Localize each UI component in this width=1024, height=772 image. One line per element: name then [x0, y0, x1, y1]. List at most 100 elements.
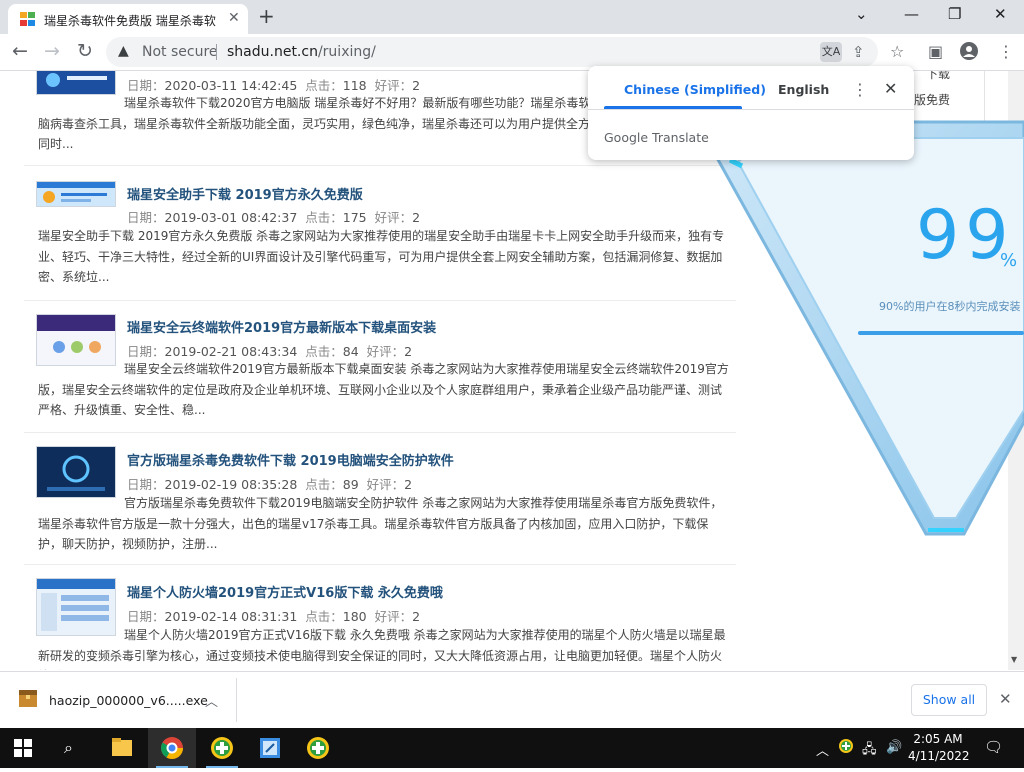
translate-icon[interactable]: 文A — [820, 42, 842, 62]
date-label: 日期： — [127, 78, 165, 93]
article-thumbnail[interactable] — [36, 71, 116, 95]
volume-icon[interactable]: 🔊 — [886, 740, 902, 755]
article-date: 2019-02-21 08:43:34 — [164, 344, 298, 359]
sidebar-text[interactable]: 版免费 — [914, 91, 950, 108]
windows-taskbar: ⌕ ︿ 🖧 🔊 2:05 AM 4/11/2022 🗨 — [0, 728, 1024, 768]
overlay-progress-bar — [858, 331, 1024, 335]
file-explorer-icon[interactable] — [98, 728, 146, 768]
tray-app-icon[interactable] — [838, 738, 854, 758]
date-label: 日期： — [127, 609, 165, 624]
reload-icon[interactable]: ↻ — [77, 40, 93, 62]
google-translate-brand: Google Translate — [604, 130, 709, 145]
rating-label: 好评： — [374, 609, 413, 624]
article-date: 2020-03-11 14:42:45 — [164, 78, 298, 93]
article-date: 2019-03-01 08:42:37 — [164, 210, 298, 225]
article-title-link[interactable]: 瑞星个人防火墙2019官方正式V16版下载 永久免费哦 — [127, 582, 443, 601]
translate-options-icon[interactable]: ⋮ — [852, 80, 868, 99]
article-rating: 2 — [404, 344, 413, 359]
clock-date: 4/11/2022 — [908, 749, 970, 763]
overlay-percent-sign: % — [1000, 250, 1018, 271]
rating-label: 好评： — [366, 344, 405, 359]
archive-file-icon[interactable] — [18, 690, 38, 708]
rating-label: 好评： — [374, 210, 413, 225]
clicks-label: 点击： — [305, 210, 343, 225]
date-label: 日期： — [127, 477, 165, 492]
overlay-message: 90%的用户在8秒内完成安装 — [879, 300, 1021, 313]
article-summary: 瑞星安全助手下载 2019官方永久免费版 杀毒之家网站为大家推荐使用的瑞星安全助… — [38, 229, 725, 284]
restore-icon[interactable]: ❐ — [948, 5, 961, 23]
article-meta: 日期：2019-03-01 08:42:37 点击：175 好评：2 — [127, 207, 420, 226]
date-label: 日期： — [127, 344, 165, 359]
article-meta: 日期：2019-02-19 08:35:28 点击：89 好评：2 — [127, 474, 412, 493]
article-meta: 日期：2019-02-21 08:43:34 点击：84 好评：2 — [127, 341, 412, 360]
url-text[interactable]: shadu.net.cn/ruixing/ — [227, 44, 376, 60]
article-clicks: 118 — [342, 78, 367, 93]
article-date: 2019-02-14 08:31:31 — [164, 609, 298, 624]
not-secure-label[interactable]: Not secure — [142, 44, 218, 60]
article-thumbnail[interactable] — [36, 181, 116, 207]
article-clicks: 84 — [342, 344, 359, 359]
rating-label: 好评： — [366, 477, 405, 492]
side-panel-icon[interactable]: ▣ — [928, 42, 943, 61]
translate-popup: Chinese (Simplified) English ⋮ ✕ Google … — [588, 66, 914, 160]
tab-close-icon[interactable]: ✕ — [228, 10, 240, 26]
clicks-label: 点击： — [305, 477, 343, 492]
sidebar-text[interactable]: 下载 — [926, 71, 950, 82]
article-thumbnail[interactable] — [36, 446, 116, 498]
chrome-icon[interactable] — [148, 728, 196, 768]
download-filename[interactable]: haozip_000000_v6.....exe — [49, 693, 208, 708]
divider — [236, 678, 237, 722]
minimize-icon[interactable]: — — [904, 5, 919, 23]
green-plus-app-icon[interactable] — [198, 728, 246, 768]
show-all-button[interactable]: Show all — [911, 684, 987, 716]
overlay-ad-shield[interactable] — [714, 114, 1024, 538]
omnibox-divider — [216, 44, 217, 60]
tray-chevron-up-icon[interactable]: ︿ — [816, 740, 829, 759]
article-meta: 日期：2020-03-11 14:42:45 点击：118 好评：2 — [127, 75, 420, 94]
article-summary: 瑞星安全云终端软件2019官方最新版本下载桌面安装 杀毒之家网站为大家推荐使用瑞… — [38, 362, 729, 417]
article-title-link[interactable]: 瑞星安全云终端软件2019官方最新版本下载桌面安装 — [127, 317, 436, 336]
address-bar[interactable]: ▲ Not secure shadu.net.cn/ruixing/ 文A ⇪ — [106, 37, 878, 67]
translate-target-tab[interactable]: English — [778, 82, 829, 97]
article-item: 瑞星安全云终端软件2019官方最新版本下载桌面安装 日期：2019-02-21 … — [24, 301, 736, 433]
article-item: 瑞星个人防火墙2019官方正式V16版下载 永久免费哦 日期：2019-02-1… — [24, 565, 736, 670]
forward-icon[interactable]: → — [44, 40, 60, 62]
system-clock[interactable]: 2:05 AM 4/11/2022 — [908, 731, 970, 765]
clicks-label: 点击： — [305, 78, 343, 93]
warning-icon[interactable]: ▲ — [118, 43, 129, 59]
rating-label: 好评： — [374, 78, 413, 93]
bookmark-star-icon[interactable]: ☆ — [890, 42, 904, 61]
date-label: 日期： — [127, 210, 165, 225]
back-icon[interactable]: ← — [12, 40, 28, 62]
translate-source-tab[interactable]: Chinese (Simplified) — [624, 82, 766, 97]
article-item: 官方版瑞星杀毒免费软件下载 2019电脑端安全防护软件 日期：2019-02-1… — [24, 433, 736, 565]
windows-start-icon[interactable] — [14, 739, 32, 757]
article-date: 2019-02-19 08:35:28 — [164, 477, 298, 492]
article-title-link[interactable]: 瑞星安全助手下载 2019官方永久免费版 — [127, 184, 363, 203]
network-icon[interactable]: 🖧 — [862, 740, 877, 762]
new-tab-icon[interactable]: + — [258, 4, 275, 28]
scroll-down-arrow-icon[interactable]: ▼ — [1011, 655, 1017, 664]
editor-app-icon[interactable] — [246, 728, 294, 768]
article-title-link[interactable]: 官方版瑞星杀毒免费软件下载 2019电脑端安全防护软件 — [127, 450, 454, 469]
green-plus-app-icon[interactable] — [294, 728, 342, 768]
download-bar: haozip_000000_v6.....exe ︿ Show all ✕ — [0, 671, 1024, 728]
notification-icon[interactable]: 🗨 — [984, 738, 1003, 756]
article-meta: 日期：2019-02-14 08:31:31 点击：180 好评：2 — [127, 606, 420, 625]
window-close-icon[interactable]: ✕ — [994, 5, 1007, 23]
search-icon[interactable]: ⌕ — [64, 738, 73, 758]
site-favicon-icon — [20, 11, 36, 27]
translate-close-icon[interactable]: ✕ — [884, 79, 897, 98]
article-item: 瑞星安全助手下载 2019官方永久免费版 日期：2019-03-01 08:42… — [24, 170, 736, 301]
browser-tab[interactable]: 瑞星杀毒软件免费版 瑞星杀毒软 ✕ — [8, 4, 248, 34]
download-bar-close-icon[interactable]: ✕ — [999, 690, 1012, 708]
article-clicks: 175 — [342, 210, 367, 225]
kebab-menu-icon[interactable]: ⋮ — [998, 42, 1014, 61]
tab-title: 瑞星杀毒软件免费版 瑞星杀毒软 — [44, 14, 216, 28]
share-icon[interactable]: ⇪ — [852, 43, 865, 61]
profile-avatar-icon[interactable] — [960, 42, 978, 64]
tab-search-icon[interactable]: ⌄ — [855, 5, 868, 23]
article-rating: 2 — [412, 609, 421, 624]
article-rating: 2 — [412, 78, 421, 93]
chevron-up-icon[interactable]: ︿ — [205, 691, 218, 710]
